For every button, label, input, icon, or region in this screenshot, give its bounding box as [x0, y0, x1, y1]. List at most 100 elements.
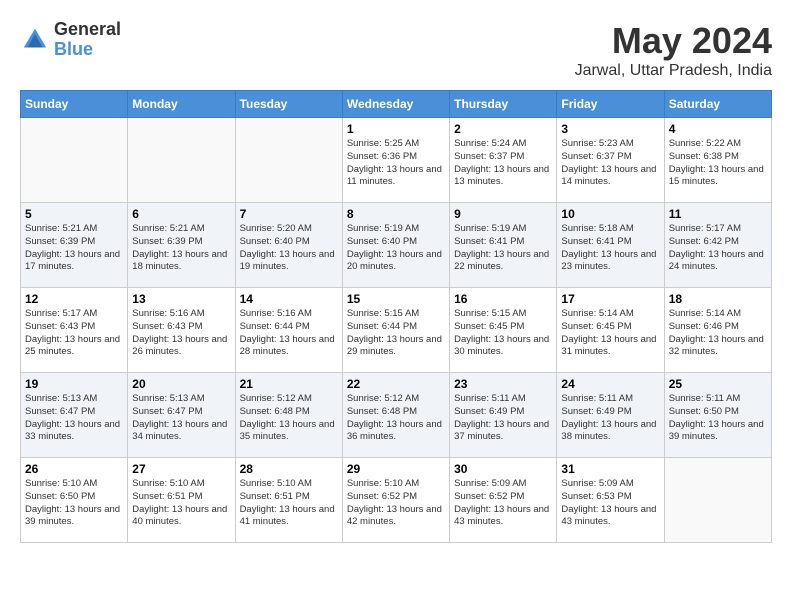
- day-number: 6: [132, 207, 230, 221]
- day-number: 29: [347, 462, 445, 476]
- day-number: 4: [669, 122, 767, 136]
- day-number: 16: [454, 292, 552, 306]
- calendar-cell: 16 Sunrise: 5:15 AM Sunset: 6:45 PM Dayli…: [450, 288, 557, 373]
- day-info: Sunrise: 5:15 AM Sunset: 6:44 PM Dayligh…: [347, 308, 445, 359]
- calendar-cell: 20Sunrise: 5:13 AM Sunset: 6:47 PM Dayli…: [128, 373, 235, 458]
- calendar-cell: 25Sunrise: 5:11 AM Sunset: 6:50 PM Dayli…: [664, 373, 771, 458]
- day-info: Sunrise: 5:09 AM Sunset: 6:53 PM Dayligh…: [561, 478, 659, 529]
- calendar-cell: 31 Sunrise: 5:09 AM Sunset: 6:53 PM Dayli…: [557, 458, 664, 543]
- day-info: Sunrise: 5:19 AM Sunset: 6:41 PM Dayligh…: [454, 223, 552, 274]
- day-number: 7: [240, 207, 338, 221]
- calendar-cell: 3Sunrise: 5:23 AM Sunset: 6:37 PM Daylig…: [557, 118, 664, 203]
- page-header: General Blue May 2024 Jarwal, Uttar Prad…: [20, 20, 772, 80]
- header-sunday: Sunday: [21, 91, 128, 118]
- calendar-cell: 26 Sunrise: 5:10 AM Sunset: 6:50 PM Dayli…: [21, 458, 128, 543]
- day-info: Sunrise: 5:16 AM Sunset: 6:44 PM Dayligh…: [240, 308, 338, 359]
- calendar-cell: [664, 458, 771, 543]
- calendar-cell: 19Sunrise: 5:13 AM Sunset: 6:47 PM Dayli…: [21, 373, 128, 458]
- calendar-cell: 29Sunrise: 5:10 AM Sunset: 6:52 PM Dayli…: [342, 458, 449, 543]
- day-info: Sunrise: 5:21 AM Sunset: 6:39 PM Dayligh…: [132, 223, 230, 274]
- calendar-title: May 2024: [575, 20, 772, 62]
- calendar-cell: 18 Sunrise: 5:14 AM Sunset: 6:46 PM Dayli…: [664, 288, 771, 373]
- day-number: 25: [669, 377, 767, 391]
- logo-text: General Blue: [54, 20, 121, 60]
- day-number: 8: [347, 207, 445, 221]
- day-number: 31: [561, 462, 659, 476]
- calendar-cell: [128, 118, 235, 203]
- day-info: Sunrise: 5:12 AM Sunset: 6:48 PM Dayligh…: [347, 393, 445, 444]
- day-info: Sunrise: 5:18 AM Sunset: 6:41 PM Dayligh…: [561, 223, 659, 274]
- logo-line2: Blue: [54, 40, 121, 60]
- day-info: Sunrise: 5:11 AM Sunset: 6:49 PM Dayligh…: [561, 393, 659, 444]
- calendar-cell: 8Sunrise: 5:19 AM Sunset: 6:40 PM Daylig…: [342, 203, 449, 288]
- day-info: Sunrise: 5:25 AM Sunset: 6:36 PM Dayligh…: [347, 138, 445, 189]
- day-number: 21: [240, 377, 338, 391]
- calendar-week-row: 1Sunrise: 5:25 AM Sunset: 6:36 PM Daylig…: [21, 118, 772, 203]
- day-number: 10: [561, 207, 659, 221]
- calendar-cell: [21, 118, 128, 203]
- day-info: Sunrise: 5:24 AM Sunset: 6:37 PM Dayligh…: [454, 138, 552, 189]
- day-info: Sunrise: 5:22 AM Sunset: 6:38 PM Dayligh…: [669, 138, 767, 189]
- logo-icon: [20, 25, 50, 55]
- calendar-cell: 15 Sunrise: 5:15 AM Sunset: 6:44 PM Dayli…: [342, 288, 449, 373]
- day-number: 18: [669, 292, 767, 306]
- calendar-week-row: 26 Sunrise: 5:10 AM Sunset: 6:50 PM Dayli…: [21, 458, 772, 543]
- calendar-cell: 11 Sunrise: 5:17 AM Sunset: 6:42 PM Dayli…: [664, 203, 771, 288]
- calendar-cell: 28Sunrise: 5:10 AM Sunset: 6:51 PM Dayli…: [235, 458, 342, 543]
- day-info: Sunrise: 5:16 AM Sunset: 6:43 PM Dayligh…: [132, 308, 230, 359]
- calendar-cell: 9 Sunrise: 5:19 AM Sunset: 6:41 PM Daylig…: [450, 203, 557, 288]
- day-info: Sunrise: 5:20 AM Sunset: 6:40 PM Dayligh…: [240, 223, 338, 274]
- day-info: Sunrise: 5:09 AM Sunset: 6:52 PM Dayligh…: [454, 478, 552, 529]
- calendar-cell: 7 Sunrise: 5:20 AM Sunset: 6:40 PM Daylig…: [235, 203, 342, 288]
- logo: General Blue: [20, 20, 121, 60]
- day-info: Sunrise: 5:10 AM Sunset: 6:51 PM Dayligh…: [132, 478, 230, 529]
- day-info: Sunrise: 5:17 AM Sunset: 6:42 PM Dayligh…: [669, 223, 767, 274]
- calendar-cell: 1Sunrise: 5:25 AM Sunset: 6:36 PM Daylig…: [342, 118, 449, 203]
- calendar-cell: 21 Sunrise: 5:12 AM Sunset: 6:48 PM Dayli…: [235, 373, 342, 458]
- calendar-week-row: 12Sunrise: 5:17 AM Sunset: 6:43 PM Dayli…: [21, 288, 772, 373]
- header-saturday: Saturday: [664, 91, 771, 118]
- calendar-cell: 14 Sunrise: 5:16 AM Sunset: 6:44 PM Dayli…: [235, 288, 342, 373]
- calendar-cell: 10 Sunrise: 5:18 AM Sunset: 6:41 PM Dayli…: [557, 203, 664, 288]
- day-info: Sunrise: 5:15 AM Sunset: 6:45 PM Dayligh…: [454, 308, 552, 359]
- day-info: Sunrise: 5:10 AM Sunset: 6:50 PM Dayligh…: [25, 478, 123, 529]
- day-number: 9: [454, 207, 552, 221]
- day-number: 14: [240, 292, 338, 306]
- day-number: 12: [25, 292, 123, 306]
- day-number: 22: [347, 377, 445, 391]
- day-info: Sunrise: 5:11 AM Sunset: 6:49 PM Dayligh…: [454, 393, 552, 444]
- day-number: 27: [132, 462, 230, 476]
- day-info: Sunrise: 5:14 AM Sunset: 6:45 PM Dayligh…: [561, 308, 659, 359]
- day-info: Sunrise: 5:13 AM Sunset: 6:47 PM Dayligh…: [132, 393, 230, 444]
- day-number: 13: [132, 292, 230, 306]
- calendar-cell: 2 Sunrise: 5:24 AM Sunset: 6:37 PM Daylig…: [450, 118, 557, 203]
- calendar-cell: 5Sunrise: 5:21 AM Sunset: 6:39 PM Daylig…: [21, 203, 128, 288]
- day-info: Sunrise: 5:13 AM Sunset: 6:47 PM Dayligh…: [25, 393, 123, 444]
- title-block: May 2024 Jarwal, Uttar Pradesh, India: [575, 20, 772, 80]
- header-wednesday: Wednesday: [342, 91, 449, 118]
- calendar-cell: 27 Sunrise: 5:10 AM Sunset: 6:51 PM Dayli…: [128, 458, 235, 543]
- day-number: 2: [454, 122, 552, 136]
- calendar-cell: 4 Sunrise: 5:22 AM Sunset: 6:38 PM Daylig…: [664, 118, 771, 203]
- day-info: Sunrise: 5:12 AM Sunset: 6:48 PM Dayligh…: [240, 393, 338, 444]
- logo-line1: General: [54, 20, 121, 40]
- day-info: Sunrise: 5:23 AM Sunset: 6:37 PM Dayligh…: [561, 138, 659, 189]
- calendar-cell: 12Sunrise: 5:17 AM Sunset: 6:43 PM Dayli…: [21, 288, 128, 373]
- day-number: 15: [347, 292, 445, 306]
- calendar-cell: [235, 118, 342, 203]
- calendar-header-row: SundayMondayTuesdayWednesdayThursdayFrid…: [21, 91, 772, 118]
- day-number: 26: [25, 462, 123, 476]
- header-thursday: Thursday: [450, 91, 557, 118]
- calendar-cell: 24Sunrise: 5:11 AM Sunset: 6:49 PM Dayli…: [557, 373, 664, 458]
- header-friday: Friday: [557, 91, 664, 118]
- header-tuesday: Tuesday: [235, 91, 342, 118]
- day-number: 17: [561, 292, 659, 306]
- day-number: 5: [25, 207, 123, 221]
- day-info: Sunrise: 5:10 AM Sunset: 6:51 PM Dayligh…: [240, 478, 338, 529]
- day-number: 23: [454, 377, 552, 391]
- day-number: 11: [669, 207, 767, 221]
- calendar-cell: 22 Sunrise: 5:12 AM Sunset: 6:48 PM Dayli…: [342, 373, 449, 458]
- calendar-cell: 30Sunrise: 5:09 AM Sunset: 6:52 PM Dayli…: [450, 458, 557, 543]
- calendar-week-row: 19Sunrise: 5:13 AM Sunset: 6:47 PM Dayli…: [21, 373, 772, 458]
- day-info: Sunrise: 5:14 AM Sunset: 6:46 PM Dayligh…: [669, 308, 767, 359]
